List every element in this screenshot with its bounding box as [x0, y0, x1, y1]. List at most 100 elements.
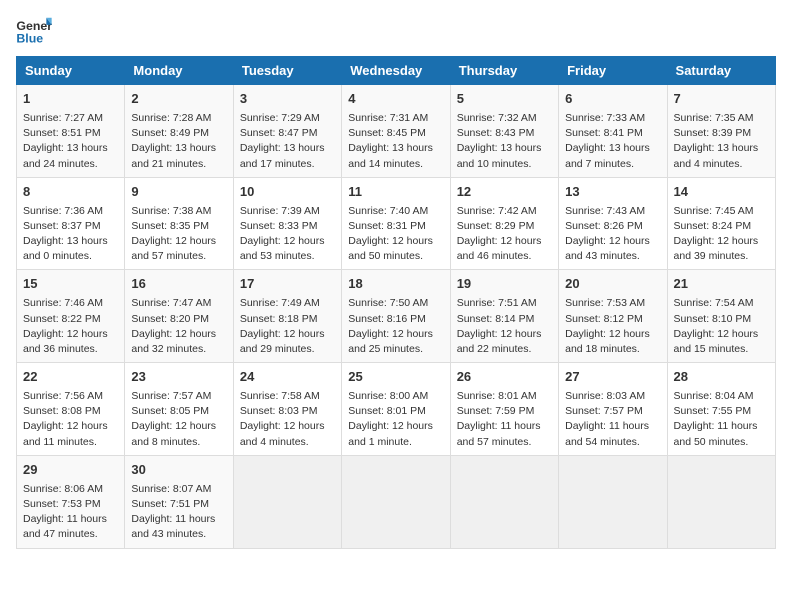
day-info: Sunset: 8:29 PM [457, 219, 552, 234]
day-info: Daylight: 11 hours [674, 419, 769, 434]
day-number: 26 [457, 368, 552, 387]
calendar-week-3: 15 Sunrise: 7:46 AMSunset: 8:22 PM Dayligh… [17, 270, 776, 363]
day-info: Sunset: 8:31 PM [348, 219, 443, 234]
day-info: Sunrise: 8:04 AM [674, 389, 769, 404]
calendar-cell: 9Sunrise: 7:38 AMSunset: 8:35 PMDaylight… [125, 177, 233, 270]
day-info: Sunset: 8:45 PM [348, 126, 443, 141]
day-info: Sunset: 8:16 PM [348, 312, 443, 327]
day-info: Daylight: 12 hours [131, 327, 226, 342]
day-number: 17 [240, 275, 335, 294]
day-info: Sunrise: 7:49 AM [240, 296, 335, 311]
day-number: 20 [565, 275, 660, 294]
day-info: Daylight: 13 hours [674, 141, 769, 156]
day-info: and 15 minutes. [674, 342, 769, 357]
day-info: Sunset: 8:26 PM [565, 219, 660, 234]
day-number: 13 [565, 183, 660, 202]
day-info: Sunrise: 7:28 AM [131, 111, 226, 126]
calendar-cell: 25Sunrise: 8:00 AMSunset: 8:01 PMDayligh… [342, 363, 450, 456]
calendar-cell: 5 Sunrise: 7:32 AMSunset: 8:43 PMDaylight… [450, 85, 558, 178]
calendar-week-5: 29Sunrise: 8:06 AMSunset: 7:53 PMDayligh… [17, 455, 776, 548]
day-info: Daylight: 12 hours [240, 234, 335, 249]
calendar-cell: 20Sunrise: 7:53 AMSunset: 8:12 PMDayligh… [559, 270, 667, 363]
day-info: Daylight: 12 hours [348, 327, 443, 342]
day-info: Daylight: 13 hours [131, 141, 226, 156]
day-info: Sunrise: 7:56 AM [23, 389, 118, 404]
day-number: 30 [131, 461, 226, 480]
day-info: Sunset: 7:59 PM [457, 404, 552, 419]
day-info: Sunrise: 7:32 AM [457, 111, 552, 126]
day-info: Sunrise: 7:33 AM [565, 111, 660, 126]
day-info: and 57 minutes. [131, 249, 226, 264]
day-info: Sunrise: 7:29 AM [240, 111, 335, 126]
day-info: and 32 minutes. [131, 342, 226, 357]
day-info: Sunset: 8:08 PM [23, 404, 118, 419]
day-info: Sunrise: 7:43 AM [565, 204, 660, 219]
col-header-sunday: Sunday [17, 57, 125, 85]
day-info: Sunrise: 8:00 AM [348, 389, 443, 404]
day-info: Daylight: 12 hours [674, 234, 769, 249]
day-info: Daylight: 13 hours [348, 141, 443, 156]
calendar-cell: 6Sunrise: 7:33 AMSunset: 8:41 PMDaylight… [559, 85, 667, 178]
day-info: Sunset: 8:22 PM [23, 312, 118, 327]
day-number: 5 [457, 90, 552, 109]
day-info: Sunset: 8:12 PM [565, 312, 660, 327]
day-info: and 36 minutes. [23, 342, 118, 357]
day-info: and 1 minute. [348, 435, 443, 450]
day-info: Daylight: 11 hours [23, 512, 118, 527]
day-info: Daylight: 12 hours [348, 234, 443, 249]
day-number: 25 [348, 368, 443, 387]
day-number: 22 [23, 368, 118, 387]
day-info: Daylight: 12 hours [565, 327, 660, 342]
day-number: 11 [348, 183, 443, 202]
day-info: and 47 minutes. [23, 527, 118, 542]
day-info: and 8 minutes. [131, 435, 226, 450]
day-info: Sunset: 8:20 PM [131, 312, 226, 327]
calendar-table: SundayMondayTuesdayWednesdayThursdayFrid… [16, 56, 776, 549]
day-number: 27 [565, 368, 660, 387]
day-info: Sunset: 8:24 PM [674, 219, 769, 234]
day-info: and 54 minutes. [565, 435, 660, 450]
day-info: and 22 minutes. [457, 342, 552, 357]
day-info: Sunrise: 7:46 AM [23, 296, 118, 311]
day-info: and 7 minutes. [565, 157, 660, 172]
calendar-cell: 14Sunrise: 7:45 AMSunset: 8:24 PMDayligh… [667, 177, 775, 270]
day-info: and 57 minutes. [457, 435, 552, 450]
calendar-week-4: 22 Sunrise: 7:56 AMSunset: 8:08 PM Dayligh… [17, 363, 776, 456]
day-info: Sunrise: 7:36 AM [23, 204, 118, 219]
calendar-week-1: 1Sunrise: 7:27 AMSunset: 8:51 PMDaylight… [17, 85, 776, 178]
calendar-cell: 12Sunrise: 7:42 AMSunset: 8:29 PMDayligh… [450, 177, 558, 270]
day-info: Sunrise: 7:51 AM [457, 296, 552, 311]
day-info: Sunset: 8:41 PM [565, 126, 660, 141]
calendar-cell: 1Sunrise: 7:27 AMSunset: 8:51 PMDaylight… [17, 85, 125, 178]
day-number: 21 [674, 275, 769, 294]
day-info: and 14 minutes. [348, 157, 443, 172]
day-info: Daylight: 12 hours [457, 234, 552, 249]
calendar-week-2: 8Sunrise: 7:36 AMSunset: 8:37 PMDaylight… [17, 177, 776, 270]
day-number: 24 [240, 368, 335, 387]
calendar-cell: 30Sunrise: 8:07 AMSunset: 7:51 PMDayligh… [125, 455, 233, 548]
svg-text:Blue: Blue [16, 31, 43, 45]
day-number: 15 [23, 275, 118, 294]
day-info: Sunrise: 7:38 AM [131, 204, 226, 219]
day-number: 14 [674, 183, 769, 202]
day-info: and 39 minutes. [674, 249, 769, 264]
day-info: Sunset: 8:43 PM [457, 126, 552, 141]
day-number: 16 [131, 275, 226, 294]
day-info: Daylight: 11 hours [131, 512, 226, 527]
day-info: and 50 minutes. [674, 435, 769, 450]
calendar-cell: 29Sunrise: 8:06 AMSunset: 7:53 PMDayligh… [17, 455, 125, 548]
day-info: Sunrise: 7:58 AM [240, 389, 335, 404]
calendar-cell [342, 455, 450, 548]
day-info: and 17 minutes. [240, 157, 335, 172]
day-info: Sunrise: 7:35 AM [674, 111, 769, 126]
day-info: Daylight: 13 hours [457, 141, 552, 156]
calendar-cell: 13Sunrise: 7:43 AMSunset: 8:26 PMDayligh… [559, 177, 667, 270]
col-header-saturday: Saturday [667, 57, 775, 85]
day-info: Daylight: 11 hours [457, 419, 552, 434]
day-info: and 11 minutes. [23, 435, 118, 450]
day-info: Sunset: 8:49 PM [131, 126, 226, 141]
col-header-tuesday: Tuesday [233, 57, 341, 85]
calendar-cell: 7Sunrise: 7:35 AMSunset: 8:39 PMDaylight… [667, 85, 775, 178]
day-info: Sunrise: 7:54 AM [674, 296, 769, 311]
day-info: Sunrise: 7:27 AM [23, 111, 118, 126]
